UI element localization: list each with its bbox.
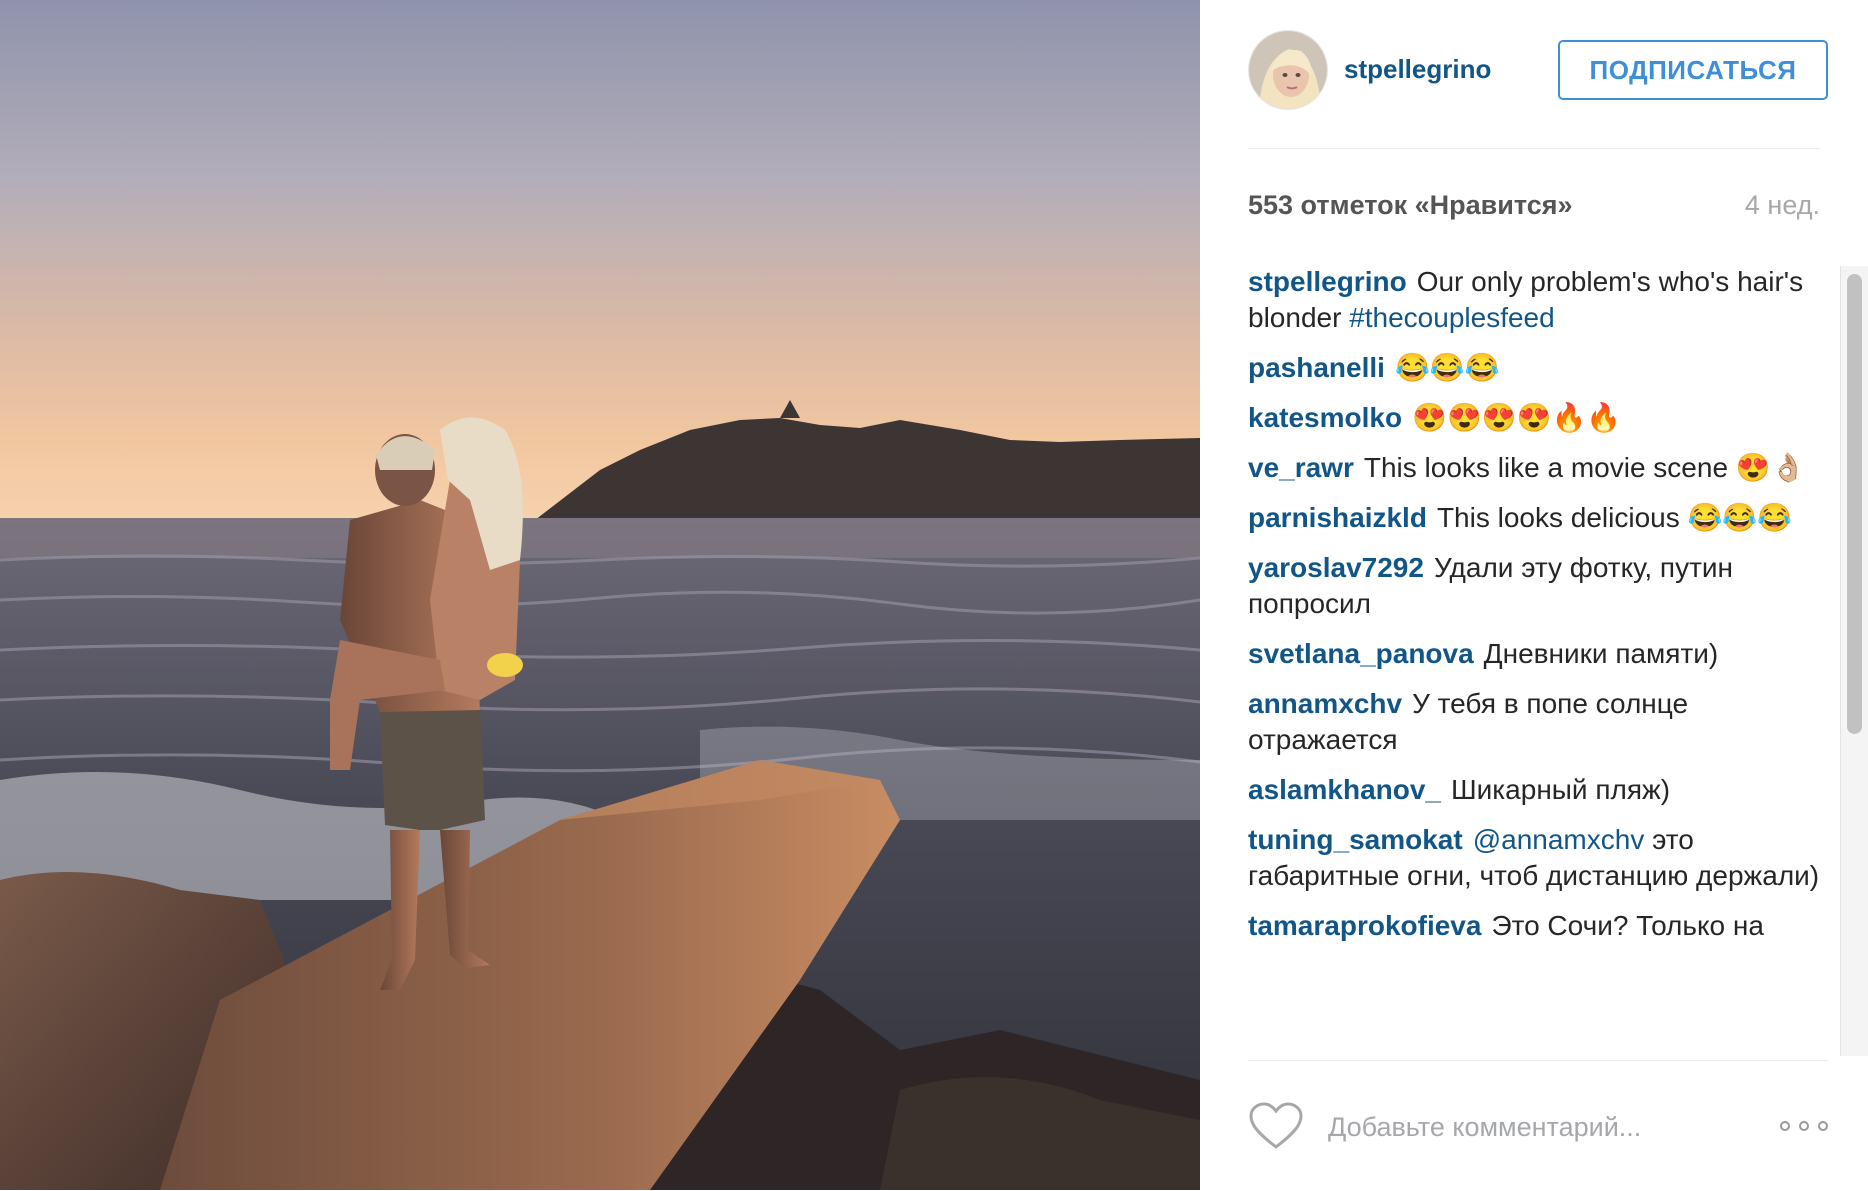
comment-text: 😂😂😂	[1394, 352, 1500, 383]
comment-username[interactable]: svetlana_panova	[1248, 638, 1474, 669]
avatar-image	[1249, 31, 1327, 109]
comment-item: aslamkhanov_ Шикарный пляж)	[1248, 772, 1828, 808]
comment-item: annamxchv У тебя в попе солнце отражается	[1248, 686, 1828, 758]
scrollbar-thumb[interactable]	[1847, 274, 1862, 734]
comment-username[interactable]: annamxchv	[1248, 688, 1402, 719]
comment-item: katesmolko 😍😍😍😍🔥🔥	[1248, 400, 1828, 436]
comment-text: Шикарный пляж)	[1451, 774, 1671, 805]
caption-hashtag[interactable]: #thecouplesfeed	[1349, 302, 1555, 333]
comment-text: Это Сочи? Только на	[1491, 910, 1764, 941]
comments-list[interactable]: stpellegrino Our only problem's who's hai…	[1248, 264, 1828, 1054]
caption: stpellegrino Our only problem's who's hai…	[1248, 264, 1828, 336]
comment-text: This looks like a movie scene 😍👌🏼	[1363, 452, 1806, 483]
comment-text: This looks delicious 😂😂😂	[1436, 502, 1793, 533]
comment-input[interactable]	[1326, 1101, 1730, 1153]
comment-username[interactable]: katesmolko	[1248, 402, 1402, 433]
comments-scrollbar[interactable]	[1840, 266, 1868, 1056]
comment-username[interactable]: tuning_samokat	[1248, 824, 1463, 855]
dot-icon	[1780, 1121, 1790, 1131]
comment-username[interactable]: tamaraprokofieva	[1248, 910, 1481, 941]
comment-username[interactable]: aslamkhanov_	[1248, 774, 1441, 805]
more-options-icon[interactable]	[1780, 1113, 1828, 1139]
comment-username[interactable]: ve_rawr	[1248, 452, 1354, 483]
post-header: stpellegrino ПОДПИСАТЬСЯ	[1248, 30, 1828, 110]
post-author-username[interactable]: stpellegrino	[1344, 54, 1491, 85]
heart-icon[interactable]	[1248, 1101, 1304, 1151]
beach-sunset-photo	[0, 0, 1200, 1190]
comment-text: Дневники памяти)	[1483, 638, 1719, 669]
comment-text: 😍😍😍😍🔥🔥	[1412, 402, 1622, 433]
follow-button[interactable]: ПОДПИСАТЬСЯ	[1558, 40, 1828, 100]
comment-item: svetlana_panova Дневники памяти)	[1248, 636, 1828, 672]
likes-count[interactable]: 553 отметок «Нравится»	[1248, 190, 1572, 221]
comment-item: yaroslav7292 Удали эту фотку, путин попро…	[1248, 550, 1828, 622]
post-timestamp[interactable]: 4 нед.	[1745, 190, 1820, 221]
dot-icon	[1799, 1121, 1809, 1131]
header-divider	[1248, 148, 1820, 149]
post-details-panel: stpellegrino ПОДПИСАТЬСЯ 553 отметок «Нр…	[1200, 0, 1868, 1190]
comment-item: ve_rawr This looks like a movie scene 😍👌🏼	[1248, 450, 1828, 486]
dot-icon	[1818, 1121, 1828, 1131]
comment-item: pashanelli 😂😂😂	[1248, 350, 1828, 386]
comment-item: tamaraprokofieva Это Сочи? Только на	[1248, 908, 1828, 944]
comment-bar	[1248, 1060, 1828, 1191]
comment-username[interactable]: yaroslav7292	[1248, 552, 1424, 583]
post-photo[interactable]	[0, 0, 1200, 1190]
comment-username[interactable]: pashanelli	[1248, 352, 1385, 383]
comment-username[interactable]: parnishaizkld	[1248, 502, 1427, 533]
comment-item: tuning_samokat @annamxchv это габаритные …	[1248, 822, 1828, 894]
comment-mention[interactable]: @annamxchv	[1473, 824, 1645, 855]
comment-item: parnishaizkld This looks delicious 😂😂😂	[1248, 500, 1828, 536]
caption-username[interactable]: stpellegrino	[1248, 266, 1407, 297]
avatar[interactable]	[1248, 30, 1328, 110]
